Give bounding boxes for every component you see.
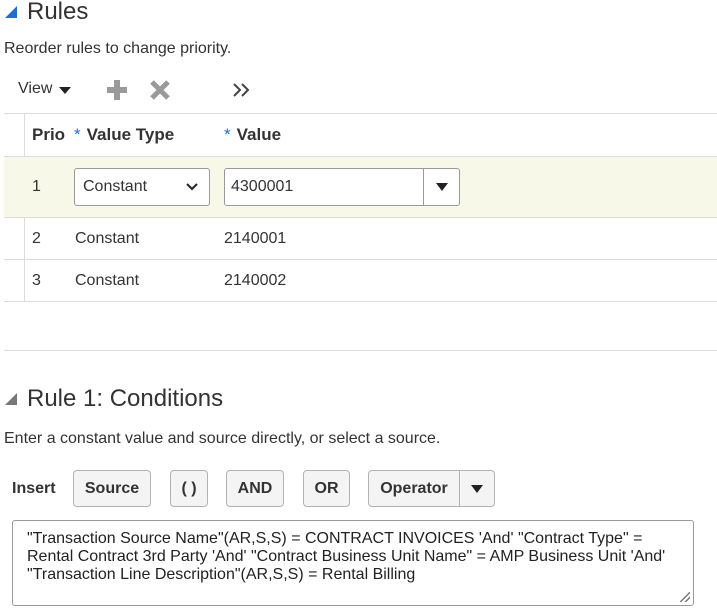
table-row[interactable]: 2 Constant 2140001	[4, 218, 717, 259]
row-value-type: Constant	[75, 272, 140, 289]
caret-down-icon	[471, 484, 483, 493]
value-type-select[interactable]: Constant	[74, 168, 210, 206]
condition-expression-textarea[interactable]: "Transaction Source Name"(AR,S,S) = CONT…	[12, 520, 694, 606]
resize-handle-icon[interactable]	[680, 592, 690, 602]
view-menu-label: View	[18, 80, 53, 97]
row-priority: 1	[32, 178, 41, 195]
value-type-selected: Constant	[83, 178, 148, 195]
caret-down-icon	[59, 86, 72, 94]
row-value: 2140001	[224, 230, 287, 247]
table-row[interactable]: 3 Constant 2140002	[4, 260, 717, 301]
caret-down-icon	[435, 183, 448, 191]
table-top-border	[4, 113, 717, 114]
column-header-value[interactable]: * Value	[224, 125, 281, 145]
operator-button[interactable]: Operator	[369, 471, 460, 506]
row-value: 2140002	[224, 272, 287, 289]
condition-expression-text: "Transaction Source Name"(AR,S,S) = CONT…	[27, 530, 666, 583]
disclosure-icon[interactable]	[5, 393, 17, 405]
rules-section-header[interactable]: Rules	[5, 0, 89, 25]
view-menu[interactable]: View	[18, 79, 72, 99]
conditions-instruction: Enter a constant value and source direct…	[4, 430, 441, 447]
operator-split-button[interactable]: Operator	[368, 470, 495, 507]
parentheses-button[interactable]: ( )	[170, 470, 208, 507]
operator-dropdown-button[interactable]	[460, 471, 494, 506]
plus-icon[interactable]	[106, 79, 128, 101]
or-button[interactable]: OR	[303, 470, 350, 507]
disclosure-expanded-icon[interactable]	[5, 6, 17, 18]
rules-instruction: Reorder rules to change priority.	[4, 40, 232, 57]
column-header-priority[interactable]: Prio	[32, 125, 65, 145]
section-divider	[4, 350, 717, 351]
row-value-type: Constant	[75, 230, 140, 247]
rules-title: Rules	[27, 0, 89, 25]
source-button[interactable]: Source	[73, 470, 151, 507]
conditions-title: Rule 1: Conditions	[27, 385, 224, 412]
x-icon[interactable]	[149, 79, 171, 101]
row-priority: 2	[32, 230, 41, 247]
and-button[interactable]: AND	[226, 470, 284, 507]
value-input[interactable]: 4300001	[225, 169, 423, 205]
double-chevron-right-icon[interactable]	[232, 81, 252, 99]
required-marker: *	[74, 125, 81, 144]
insert-label: Insert	[12, 480, 56, 497]
value-combobox[interactable]: 4300001	[224, 168, 460, 206]
table-row[interactable]: 1 Constant 4300001	[4, 157, 717, 217]
column-header-value-type[interactable]: * Value Type	[74, 125, 174, 145]
value-dropdown-button[interactable]	[423, 169, 459, 205]
conditions-section-header[interactable]: Rule 1: Conditions	[5, 385, 224, 412]
table-bottom-border	[4, 301, 717, 302]
required-marker: *	[224, 125, 231, 144]
chevron-down-icon	[186, 183, 198, 191]
row-priority: 3	[32, 272, 41, 289]
